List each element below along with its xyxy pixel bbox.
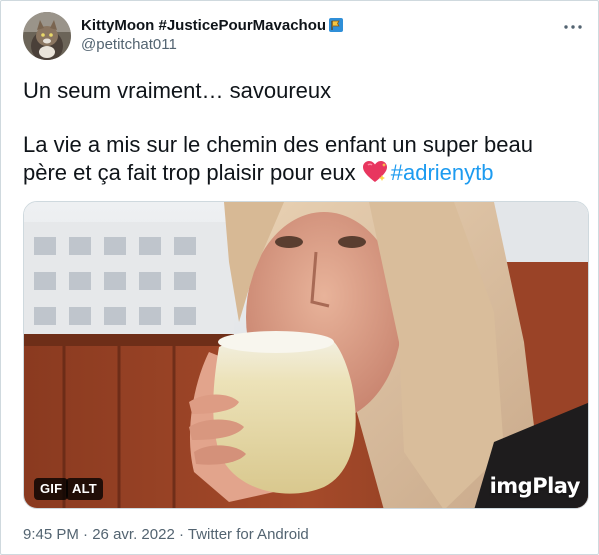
media-gif[interactable]: GIF ALT imgPlay bbox=[23, 201, 589, 509]
imgplay-watermark: imgPlay bbox=[489, 474, 581, 498]
tweet-text-line-2: La vie a mis sur le chemin des enfant un… bbox=[23, 132, 533, 157]
display-name[interactable]: KittyMoon #JusticePourMavachou bbox=[81, 17, 326, 34]
tweet-text-line-3: père et ça fait trop plaisir pour eux #a… bbox=[23, 159, 494, 187]
avatar[interactable] bbox=[23, 12, 71, 60]
alt-text-badge[interactable]: ALT bbox=[66, 478, 103, 500]
meta-separator: · bbox=[83, 526, 89, 543]
author-name-row[interactable]: KittyMoon #JusticePourMavachou bbox=[81, 15, 344, 35]
gif-frame-image bbox=[24, 202, 588, 508]
avatar-image bbox=[23, 12, 71, 60]
tweet-text-line-3-text: père et ça fait trop plaisir pour eux bbox=[23, 160, 356, 185]
gif-badge: GIF bbox=[34, 478, 69, 500]
tweet-date[interactable]: 26 avr. 2022 bbox=[92, 526, 175, 543]
hashtag-link[interactable]: #adrienytb bbox=[391, 160, 494, 185]
tweet-time[interactable]: 9:45 PM bbox=[23, 526, 79, 543]
sparkling-heart-icon bbox=[362, 160, 388, 184]
tweet-metadata: 9:45 PM · 26 avr. 2022 · Twitter for And… bbox=[23, 526, 309, 543]
flag-emoji-icon bbox=[328, 17, 344, 33]
author-handle[interactable]: @petitchat011 bbox=[81, 36, 177, 53]
more-options-icon[interactable] bbox=[563, 17, 583, 37]
tweet-card: KittyMoon #JusticePourMavachou @petitcha… bbox=[0, 0, 599, 555]
tweet-text-line-1: Un seum vraiment… savoureux bbox=[23, 78, 332, 103]
tweet-source[interactable]: Twitter for Android bbox=[188, 526, 309, 543]
meta-separator: · bbox=[178, 526, 184, 543]
